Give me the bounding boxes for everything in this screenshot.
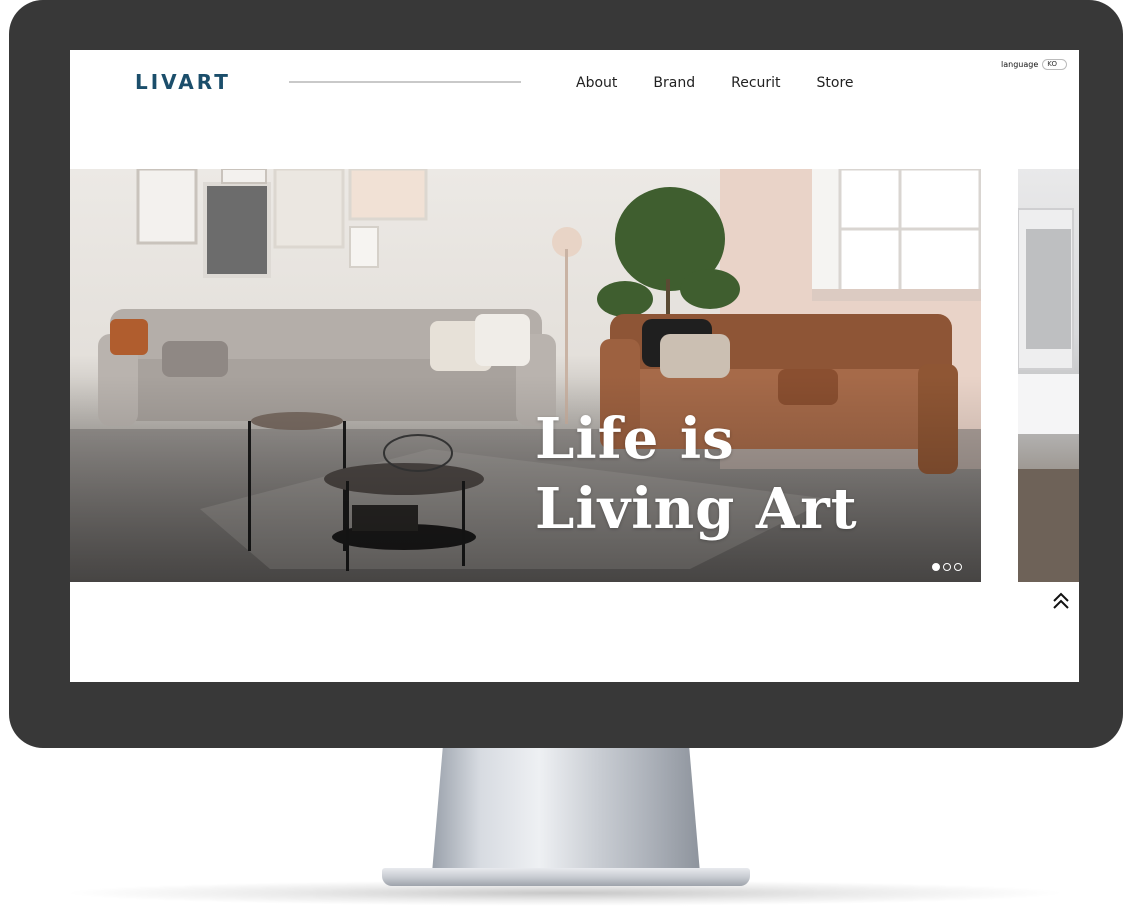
double-chevron-up-icon: [1053, 592, 1069, 609]
monitor-stand-base: [382, 868, 750, 886]
monitor-stand-neck: [432, 748, 700, 873]
hero-title-line-2: Living Art: [535, 476, 858, 542]
nav-item-store[interactable]: Store: [817, 75, 854, 91]
slide-pagination: [932, 563, 962, 571]
slide-dot-2[interactable]: [943, 563, 951, 571]
hero-slide[interactable]: Life is Living Art: [70, 169, 981, 582]
nav-item-recruit[interactable]: Recurit: [731, 75, 780, 91]
nav-item-about[interactable]: About: [576, 75, 617, 91]
slide-dot-1[interactable]: [932, 563, 940, 571]
nav-item-brand[interactable]: Brand: [653, 75, 695, 91]
slide-dot-3[interactable]: [954, 563, 962, 571]
hero-title-line-1: Life is: [535, 406, 735, 472]
website-screen: LIVART About Brand Recurit Store languag…: [70, 50, 1079, 682]
scroll-top-button[interactable]: [1050, 590, 1072, 612]
next-slide-preview[interactable]: [1018, 169, 1079, 582]
hero-title: Life is Living Art: [535, 404, 955, 544]
language-selector: language KO: [1001, 59, 1067, 70]
header-divider: [289, 81, 521, 83]
main-nav: About Brand Recurit Store: [576, 75, 890, 91]
language-toggle-button[interactable]: KO: [1042, 59, 1067, 70]
next-slide-photo: [1018, 208, 1079, 582]
monitor-frame: LIVART About Brand Recurit Store languag…: [9, 0, 1123, 748]
livart-logo[interactable]: LIVART: [135, 70, 231, 94]
language-label: language: [1001, 60, 1039, 69]
